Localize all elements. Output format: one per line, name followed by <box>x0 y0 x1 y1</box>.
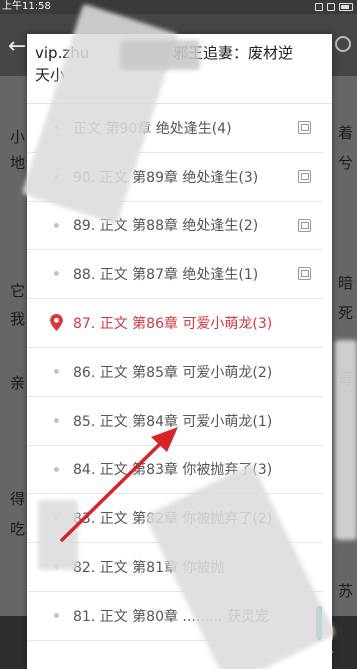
pixelation-overlay <box>120 40 200 70</box>
bullet-dot <box>54 612 59 618</box>
bg-text-fragment: 死 <box>337 304 353 322</box>
bg-text-fragment: 吃 <box>10 520 26 538</box>
back-arrow-icon[interactable]: ← <box>8 36 26 58</box>
bullet-dot <box>54 417 59 423</box>
bg-text-fragment: 暗 <box>337 274 353 292</box>
bg-text-fragment: 亲 <box>10 374 26 392</box>
bg-text-fragment: 得 <box>10 490 26 508</box>
status-time: 上午11:58 <box>2 1 51 12</box>
bg-text-fragment: 我 <box>10 310 26 328</box>
chapter-row[interactable]: 84. 正文 第83章 你被抛弃了(3) <box>27 446 323 495</box>
lock-icon <box>298 267 311 281</box>
status-icons <box>315 0 353 14</box>
wifi-icon <box>315 3 323 11</box>
chapter-label: 86. 正文 第85章 可爱小萌龙(2) <box>73 364 273 381</box>
pixelation-overlay <box>335 340 357 540</box>
pixelation-overlay <box>38 500 78 570</box>
bg-text-fragment: 它 <box>10 282 26 300</box>
chapter-label: 85. 正文 第84章 可爱小萌龙(1) <box>73 413 273 430</box>
lock-icon <box>298 121 311 134</box>
bg-text-fragment: 小 <box>10 128 26 146</box>
chapter-row-current[interactable]: 87. 正文 第86章 可爱小萌龙(3) <box>27 299 323 348</box>
status-bar: 上午11:58 <box>0 0 357 14</box>
bg-text-fragment: 地 <box>10 154 26 172</box>
menu-icon[interactable] <box>335 36 351 52</box>
lock-icon <box>298 218 311 232</box>
bullet-dot <box>54 222 59 228</box>
bullet-dot <box>54 368 59 374</box>
bg-text-fragment: 苏 <box>337 582 353 600</box>
chapter-label: 87. 正文 第86章 可爱小萌龙(3) <box>73 316 273 333</box>
chapter-row[interactable]: 85. 正文 第84章 可爱小萌龙(1) <box>27 397 323 446</box>
chapter-row[interactable]: 86. 正文 第85章 可爱小萌龙(2) <box>27 348 323 397</box>
location-pin-icon <box>50 314 63 332</box>
chapter-row[interactable]: 88. 正文 第87章 绝处逢生(1) <box>27 250 323 300</box>
bullet-dot <box>54 271 59 277</box>
signal-icon <box>327 3 335 11</box>
bullet-dot <box>54 466 59 472</box>
bg-text-fragment: 兮 <box>337 154 353 172</box>
lock-icon <box>298 169 311 183</box>
chapter-label: 88. 正文 第87章 绝处逢生(1) <box>73 267 259 284</box>
bg-text-fragment: 着 <box>337 124 353 142</box>
battery-icon <box>339 3 353 11</box>
